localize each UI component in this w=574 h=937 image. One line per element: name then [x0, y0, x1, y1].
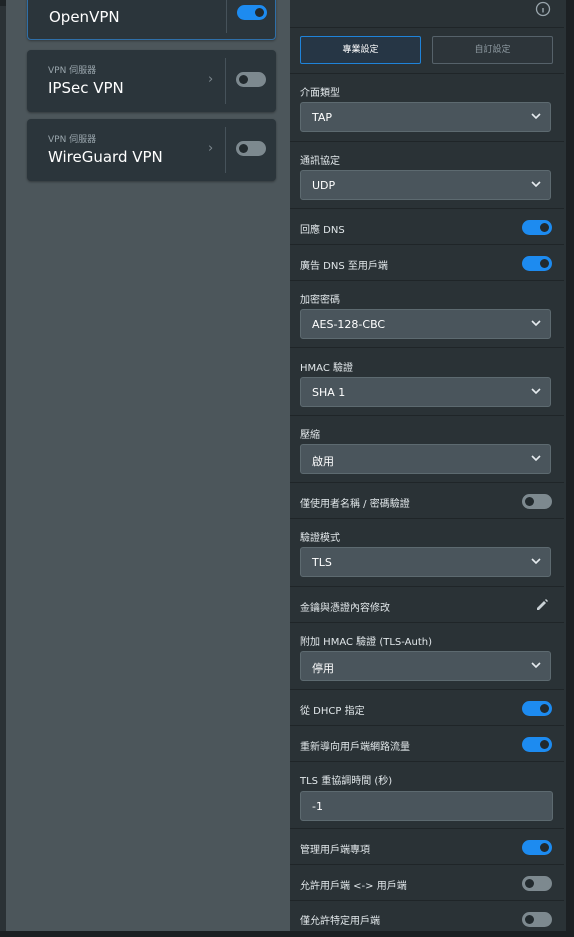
- protocol-label: 通訊協定: [300, 156, 340, 167]
- extra-hmac-select[interactable]: 停用: [300, 651, 551, 681]
- keys-certs-label: 金鑰與憑證內容修改: [300, 603, 390, 614]
- compression-select[interactable]: 啟用: [300, 444, 551, 474]
- openvpn-toggle[interactable]: [237, 5, 267, 24]
- row-allow-client-to-client: 允許用戶端 <-> 用戶端: [290, 864, 564, 901]
- row-dhcp: 從 DHCP 指定: [290, 689, 564, 726]
- auth-mode-select[interactable]: TLS: [300, 547, 551, 577]
- row-redirect-traffic: 重新導向用戶端網路流量: [290, 725, 564, 762]
- compression-label: 壓縮: [300, 430, 320, 441]
- select-value: 停用: [312, 662, 334, 675]
- row-auth-mode: 驗證模式 TLS: [290, 518, 564, 586]
- chevron-down-icon: [531, 388, 541, 395]
- manage-client-options-label: 管理用戶端專項: [300, 845, 370, 856]
- chevron-down-icon: [531, 455, 541, 462]
- vpn-card-subtitle: VPN 伺服器: [48, 66, 97, 76]
- vpn-card-openvpn[interactable]: OpenVPN: [27, 0, 276, 40]
- chevron-down-icon: [531, 320, 541, 327]
- card-divider: [225, 58, 226, 104]
- interface-type-label: 介面類型: [300, 88, 340, 99]
- info-icon[interactable]: [535, 1, 551, 17]
- manage-client-options-toggle[interactable]: [522, 840, 552, 859]
- settings-tabs: 專業設定 自訂設定: [300, 36, 553, 64]
- cipher-select[interactable]: AES-128-CBC: [300, 309, 551, 339]
- row-allow-specific-clients: 僅允許特定用戶端: [290, 900, 564, 932]
- advertise-dns-label: 廣告 DNS 至用戶端: [300, 261, 388, 272]
- advertise-dns-toggle[interactable]: [522, 256, 552, 275]
- cipher-label: 加密密碼: [300, 295, 340, 306]
- select-value: TAP: [312, 111, 333, 124]
- username-password-only-label: 僅使用者名稱 / 密碼驗證: [300, 499, 410, 510]
- select-value: 啟用: [312, 455, 334, 468]
- row-compression: 壓縮 啟用: [290, 415, 564, 483]
- vpn-card-wireguard[interactable]: VPN 伺服器 WireGuard VPN ›: [27, 119, 276, 181]
- pencil-icon[interactable]: [535, 597, 550, 612]
- respond-dns-toggle[interactable]: [522, 220, 552, 239]
- row-keys-certs: 金鑰與憑證內容修改: [290, 586, 564, 623]
- input-value: -1: [312, 800, 323, 813]
- chevron-down-icon: [531, 558, 541, 565]
- chevron-right-icon[interactable]: ›: [208, 72, 213, 87]
- wireguard-toggle[interactable]: [236, 141, 266, 160]
- select-value: AES-128-CBC: [312, 318, 386, 331]
- allow-specific-clients-label: 僅允許特定用戶端: [300, 916, 380, 927]
- dhcp-label: 從 DHCP 指定: [300, 706, 365, 717]
- vpn-card-name: WireGuard VPN: [48, 148, 163, 166]
- select-value: SHA 1: [312, 386, 346, 399]
- chevron-down-icon: [531, 181, 541, 188]
- vpn-card-name: OpenVPN: [49, 8, 120, 26]
- vpn-card-ipsec[interactable]: VPN 伺服器 IPSec VPN ›: [27, 50, 276, 112]
- row-hmac: HMAC 驗證 SHA 1: [290, 347, 564, 415]
- vpn-card-subtitle: VPN 伺服器: [48, 135, 97, 145]
- row-interface-type: 介面類型 TAP: [290, 73, 564, 141]
- tab-custom[interactable]: 自訂設定: [432, 36, 553, 64]
- redirect-traffic-toggle[interactable]: [522, 737, 552, 756]
- tls-renegotiation-input[interactable]: -1: [300, 791, 553, 821]
- chevron-down-icon: [531, 113, 541, 120]
- allow-client-to-client-toggle[interactable]: [522, 876, 552, 895]
- chevron-down-icon: [531, 662, 541, 669]
- row-tls-renegotiation: TLS 重協調時間 (秒) -1: [290, 761, 564, 829]
- row-advertise-dns: 廣告 DNS 至用戶端: [290, 244, 564, 281]
- tls-renegotiation-label: TLS 重協調時間 (秒): [300, 776, 393, 787]
- row-respond-dns: 回應 DNS: [290, 208, 564, 245]
- extra-hmac-label: 附加 HMAC 驗證 (TLS-Auth): [300, 637, 432, 648]
- row-manage-client-options: 管理用戶端專項: [290, 828, 564, 865]
- scrollbar[interactable]: [566, 0, 574, 937]
- hmac-select[interactable]: SHA 1: [300, 377, 551, 407]
- dhcp-toggle[interactable]: [522, 701, 552, 720]
- chevron-right-icon[interactable]: ›: [208, 141, 213, 156]
- row-extra-hmac: 附加 HMAC 驗證 (TLS-Auth) 停用: [290, 622, 564, 690]
- row-cipher: 加密密碼 AES-128-CBC: [290, 280, 564, 348]
- card-divider: [225, 127, 226, 173]
- respond-dns-label: 回應 DNS: [300, 225, 345, 236]
- row-protocol: 通訊協定 UDP: [290, 141, 564, 209]
- vpn-card-name: IPSec VPN: [48, 79, 124, 97]
- row-username-password-only: 僅使用者名稱 / 密碼驗證: [290, 482, 564, 519]
- protocol-select[interactable]: UDP: [300, 170, 551, 200]
- card-divider: [226, 0, 227, 33]
- select-value: UDP: [312, 179, 336, 192]
- ipsec-toggle[interactable]: [236, 72, 266, 91]
- interface-type-select[interactable]: TAP: [300, 102, 551, 132]
- allow-specific-clients-toggle[interactable]: [522, 912, 552, 931]
- select-value: TLS: [312, 556, 332, 569]
- redirect-traffic-label: 重新導向用戶端網路流量: [300, 742, 410, 753]
- username-password-only-toggle[interactable]: [522, 494, 552, 513]
- hmac-label: HMAC 驗證: [300, 363, 353, 374]
- auth-mode-label: 驗證模式: [300, 533, 340, 544]
- tab-professional[interactable]: 專業設定: [300, 36, 421, 64]
- bottom-strip: [0, 931, 574, 937]
- allow-client-to-client-label: 允許用戶端 <-> 用戶端: [300, 881, 407, 892]
